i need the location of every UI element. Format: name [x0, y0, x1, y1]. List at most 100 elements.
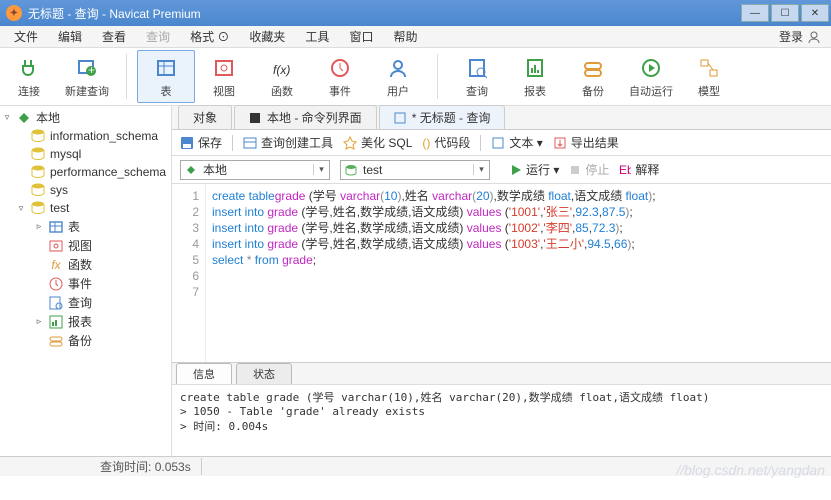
close-button[interactable]: ✕: [801, 4, 829, 22]
user-icon: [384, 55, 412, 81]
sidebar[interactable]: ▿ 本地 information_schemamysqlperformance_sc…: [0, 106, 172, 456]
fx-icon: fx: [48, 257, 64, 273]
sidebar-label: information_schema: [50, 129, 158, 143]
document-tab[interactable]: 本地 - 命令列界面: [234, 105, 377, 129]
sidebar-label: 表: [68, 218, 80, 235]
query-toolbar: 保存 查询创建工具 美化 SQL ()代码段 文本 ▾ 导出结果: [172, 130, 831, 156]
sidebar-label: 备份: [68, 332, 92, 349]
explain-button[interactable]: Eb解释: [619, 161, 659, 178]
app-icon: ✦: [6, 5, 22, 21]
run-button[interactable]: 运行 ▾: [510, 161, 559, 178]
result-tab[interactable]: 状态: [236, 363, 292, 384]
server-icon: [16, 110, 32, 126]
sidebar-item[interactable]: information_schema: [0, 127, 171, 145]
toolbar-report[interactable]: 报表: [506, 50, 564, 103]
watermark: //blog.csdn.net/yangdan: [676, 462, 825, 478]
export-result-button[interactable]: 导出结果: [553, 134, 619, 151]
sidebar-item[interactable]: 视图: [0, 236, 171, 255]
toolbar-new-query[interactable]: +新建查询: [58, 50, 116, 103]
query-icon: [48, 295, 64, 311]
sidebar-item[interactable]: ▿ test: [0, 199, 171, 217]
view-icon: [48, 238, 64, 254]
menu-item[interactable]: 编辑: [48, 28, 92, 45]
document-tab[interactable]: 对象: [178, 105, 232, 129]
result-tab[interactable]: 信息: [176, 363, 232, 384]
window-title: 无标题 - 查询 - Navicat Premium: [28, 5, 741, 22]
backup-icon: [48, 333, 64, 349]
sidebar-item[interactable]: sys: [0, 181, 171, 199]
sidebar-item[interactable]: ▹ 报表: [0, 312, 171, 331]
expand-arrow-icon[interactable]: ▿: [2, 112, 12, 123]
db-icon: [30, 182, 46, 198]
code-snippet-button[interactable]: ()代码段: [422, 134, 470, 151]
expand-arrow-icon[interactable]: ▿: [16, 203, 26, 214]
expand-arrow-icon[interactable]: ▹: [34, 316, 44, 327]
query-builder-button[interactable]: 查询创建工具: [243, 134, 333, 151]
db-icon: [30, 128, 46, 144]
toolbar-view[interactable]: 视图: [195, 50, 253, 103]
menu-item[interactable]: 格式 ⊙: [180, 28, 239, 45]
db-icon: [345, 164, 357, 176]
report-icon: [521, 55, 549, 81]
toolbar-user[interactable]: 用户: [369, 50, 427, 103]
menu-item[interactable]: 文件: [4, 28, 48, 45]
menu-item[interactable]: 帮助: [383, 28, 427, 45]
title-bar: ✦ 无标题 - 查询 - Navicat Premium — ☐ ✕: [0, 0, 831, 26]
report-icon: [48, 314, 64, 330]
toolbar-plug[interactable]: 连接: [0, 50, 58, 103]
table-icon: [152, 55, 180, 81]
sidebar-label: 本地: [36, 109, 60, 126]
sidebar-item[interactable]: ▿ 本地: [0, 108, 171, 127]
maximize-button[interactable]: ☐: [771, 4, 799, 22]
status-elapsed: 查询时间: 0.053s: [90, 458, 202, 475]
sidebar-label: 视图: [68, 237, 92, 254]
toolbar-fx[interactable]: f(x)函数: [253, 50, 311, 103]
line-gutter: 1234567: [172, 184, 206, 362]
editor-area[interactable]: create tablegrade (学号 varchar(10),姓名 var…: [206, 184, 831, 362]
sidebar-item[interactable]: 查询: [0, 293, 171, 312]
database-select[interactable]: test ▾: [340, 160, 490, 180]
save-button[interactable]: 保存: [180, 134, 222, 151]
toolbar-clock[interactable]: 事件: [311, 50, 369, 103]
sidebar-label: 事件: [68, 275, 92, 292]
connection-select[interactable]: 本地 ▾: [180, 160, 330, 180]
sidebar-label: 报表: [68, 313, 92, 330]
text-dropdown[interactable]: 文本 ▾: [491, 134, 542, 151]
expand-arrow-icon[interactable]: ▹: [34, 221, 44, 232]
toolbar-query[interactable]: 查询: [448, 50, 506, 103]
toolbar-model[interactable]: 模型: [680, 50, 738, 103]
toolbar-table[interactable]: 表: [137, 50, 195, 103]
beautify-sql-button[interactable]: 美化 SQL: [343, 134, 412, 151]
db-icon: [30, 164, 46, 180]
toolbar-backup[interactable]: 备份: [564, 50, 622, 103]
run-label: 运行 ▾: [526, 161, 559, 178]
stop-label: 停止: [585, 161, 609, 178]
server-icon: [185, 164, 197, 176]
menu-item[interactable]: 查询: [136, 28, 180, 45]
menu-item[interactable]: 查看: [92, 28, 136, 45]
snippet-label: 代码段: [434, 134, 470, 151]
minimize-button[interactable]: —: [741, 4, 769, 22]
elapsed-label: 查询时间:: [100, 460, 151, 474]
svg-text:f(x): f(x): [273, 63, 290, 77]
menu-item[interactable]: 窗口: [339, 28, 383, 45]
sql-editor[interactable]: 1234567 create tablegrade (学号 varchar(10…: [172, 184, 831, 362]
clock-icon: [326, 55, 354, 81]
toolbar-autorun[interactable]: 自动运行: [622, 50, 680, 103]
sidebar-item[interactable]: ▹表: [0, 217, 171, 236]
document-tab[interactable]: * 无标题 - 查询: [379, 105, 506, 129]
message-log[interactable]: create table grade (学号 varchar(10),姓名 va…: [172, 384, 831, 456]
menu-item[interactable]: 收藏夹: [239, 28, 295, 45]
login-button[interactable]: 登录: [773, 28, 827, 45]
sidebar-item[interactable]: fx函数: [0, 255, 171, 274]
sidebar-item[interactable]: 事件: [0, 274, 171, 293]
sidebar-item[interactable]: mysql: [0, 145, 171, 163]
sidebar-label: 查询: [68, 294, 92, 311]
database-value: test: [363, 163, 467, 177]
explain-icon: Eb: [619, 164, 631, 176]
sidebar-label: test: [50, 201, 69, 215]
stop-button[interactable]: 停止: [569, 161, 609, 178]
sidebar-item[interactable]: performance_schema: [0, 163, 171, 181]
menu-item[interactable]: 工具: [295, 28, 339, 45]
sidebar-item[interactable]: 备份: [0, 331, 171, 350]
